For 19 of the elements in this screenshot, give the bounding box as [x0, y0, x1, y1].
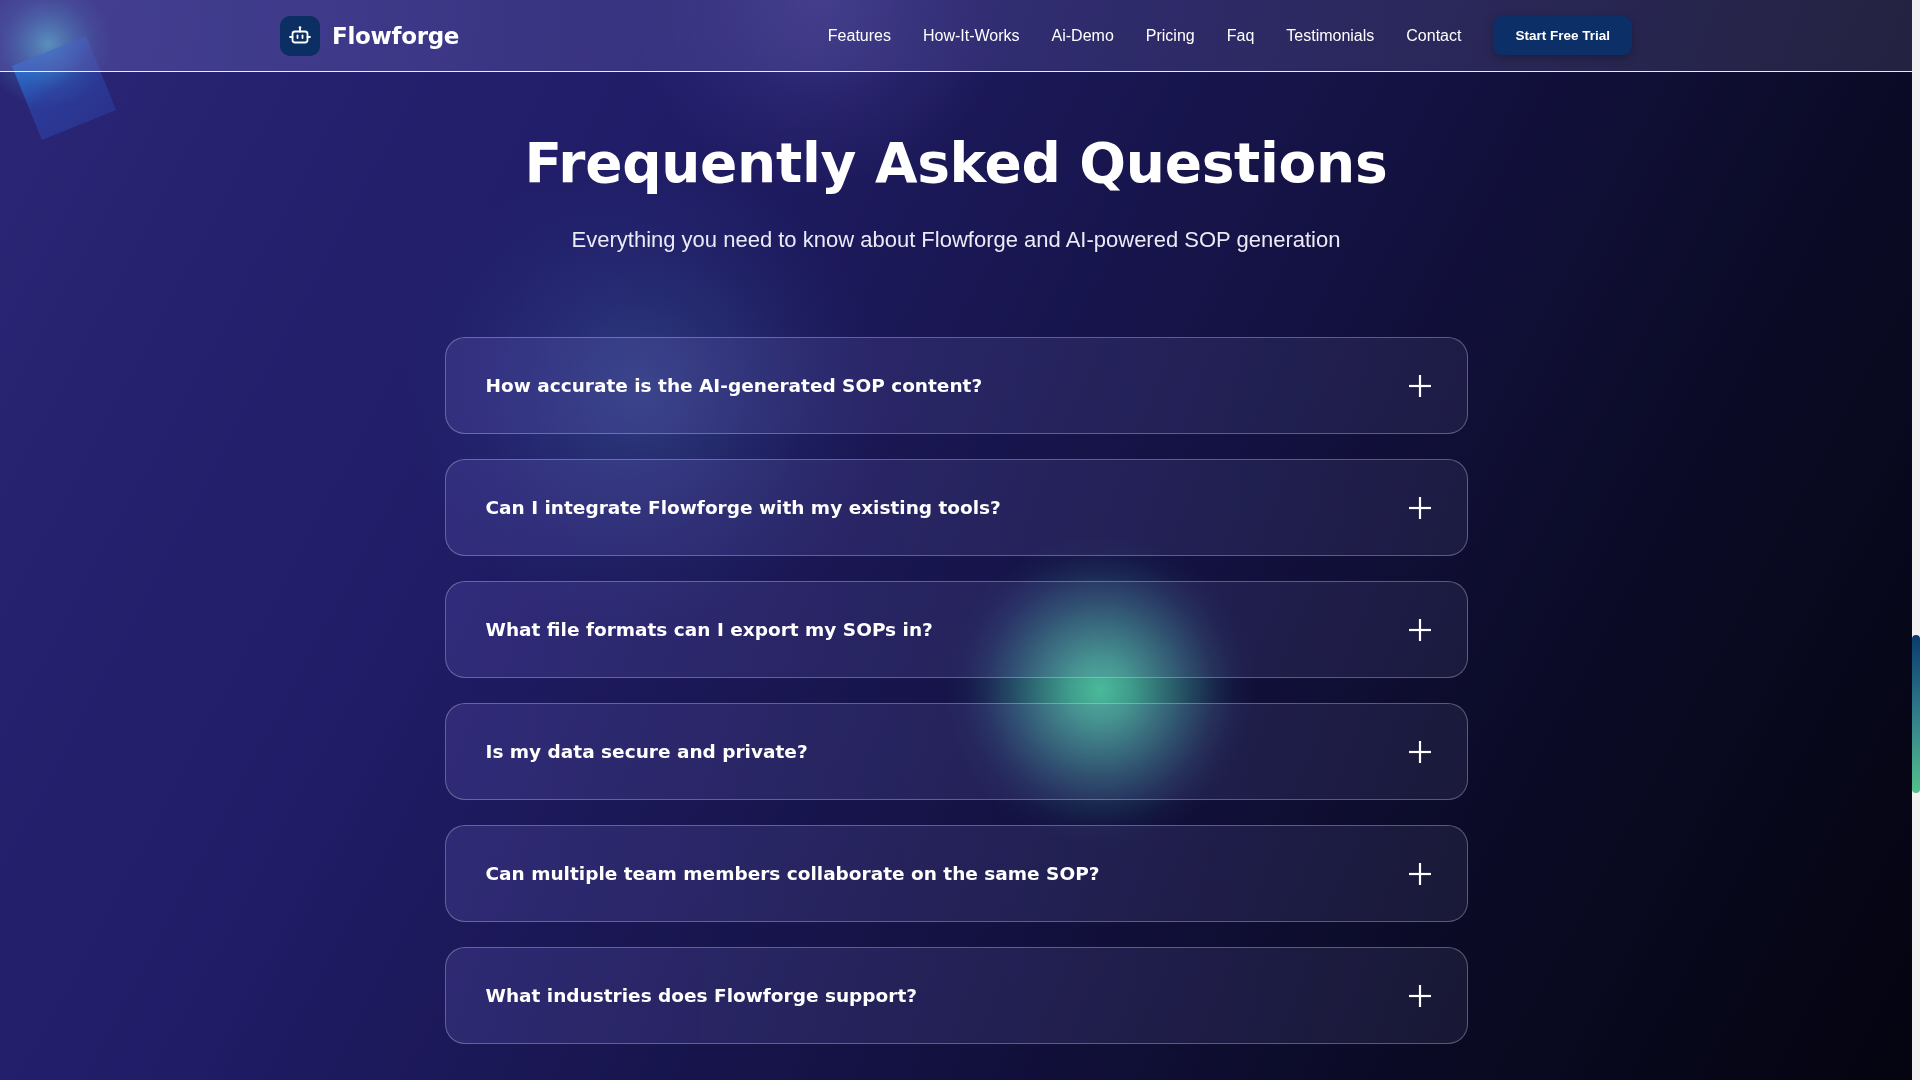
- faq-title: Frequently Asked Questions: [524, 130, 1388, 197]
- faq-question-button[interactable]: Can I integrate Flowforge with my existing tools?: [444, 459, 1468, 556]
- faq-question-button[interactable]: Is my data secure and private?: [444, 703, 1468, 800]
- scrollbar-thumb[interactable]: [1912, 635, 1920, 793]
- nav-link[interactable]: Faq: [1226, 26, 1255, 45]
- nav-link[interactable]: Features: [827, 26, 891, 45]
- faq-question-button[interactable]: What file formats can I export my SOPs in?: [444, 581, 1468, 678]
- faq-question-button[interactable]: Can multiple team members collaborate on the same SOP?: [444, 825, 1468, 922]
- faq-question-button[interactable]: How accurate is the AI-generated SOP content?: [444, 337, 1468, 434]
- nav-link[interactable]: Testimonials: [1286, 26, 1375, 45]
- nav-link[interactable]: Ai-Demo: [1051, 26, 1114, 45]
- faq-subtitle: Everything you need to know about Flowforge and AI-powered SOP generation: [571, 227, 1341, 253]
- nav-link[interactable]: Pricing: [1145, 26, 1195, 45]
- logo-link[interactable]: Flowforge: [280, 15, 460, 56]
- start-trial-button[interactable]: Start Free Trial: [1493, 16, 1632, 55]
- faq-question-button[interactable]: What industries does Flowforge support?: [444, 947, 1468, 1044]
- nav-link[interactable]: Contact: [1406, 26, 1462, 45]
- nav-link[interactable]: How-It-Works: [922, 26, 1020, 45]
- robot-icon: [280, 15, 320, 56]
